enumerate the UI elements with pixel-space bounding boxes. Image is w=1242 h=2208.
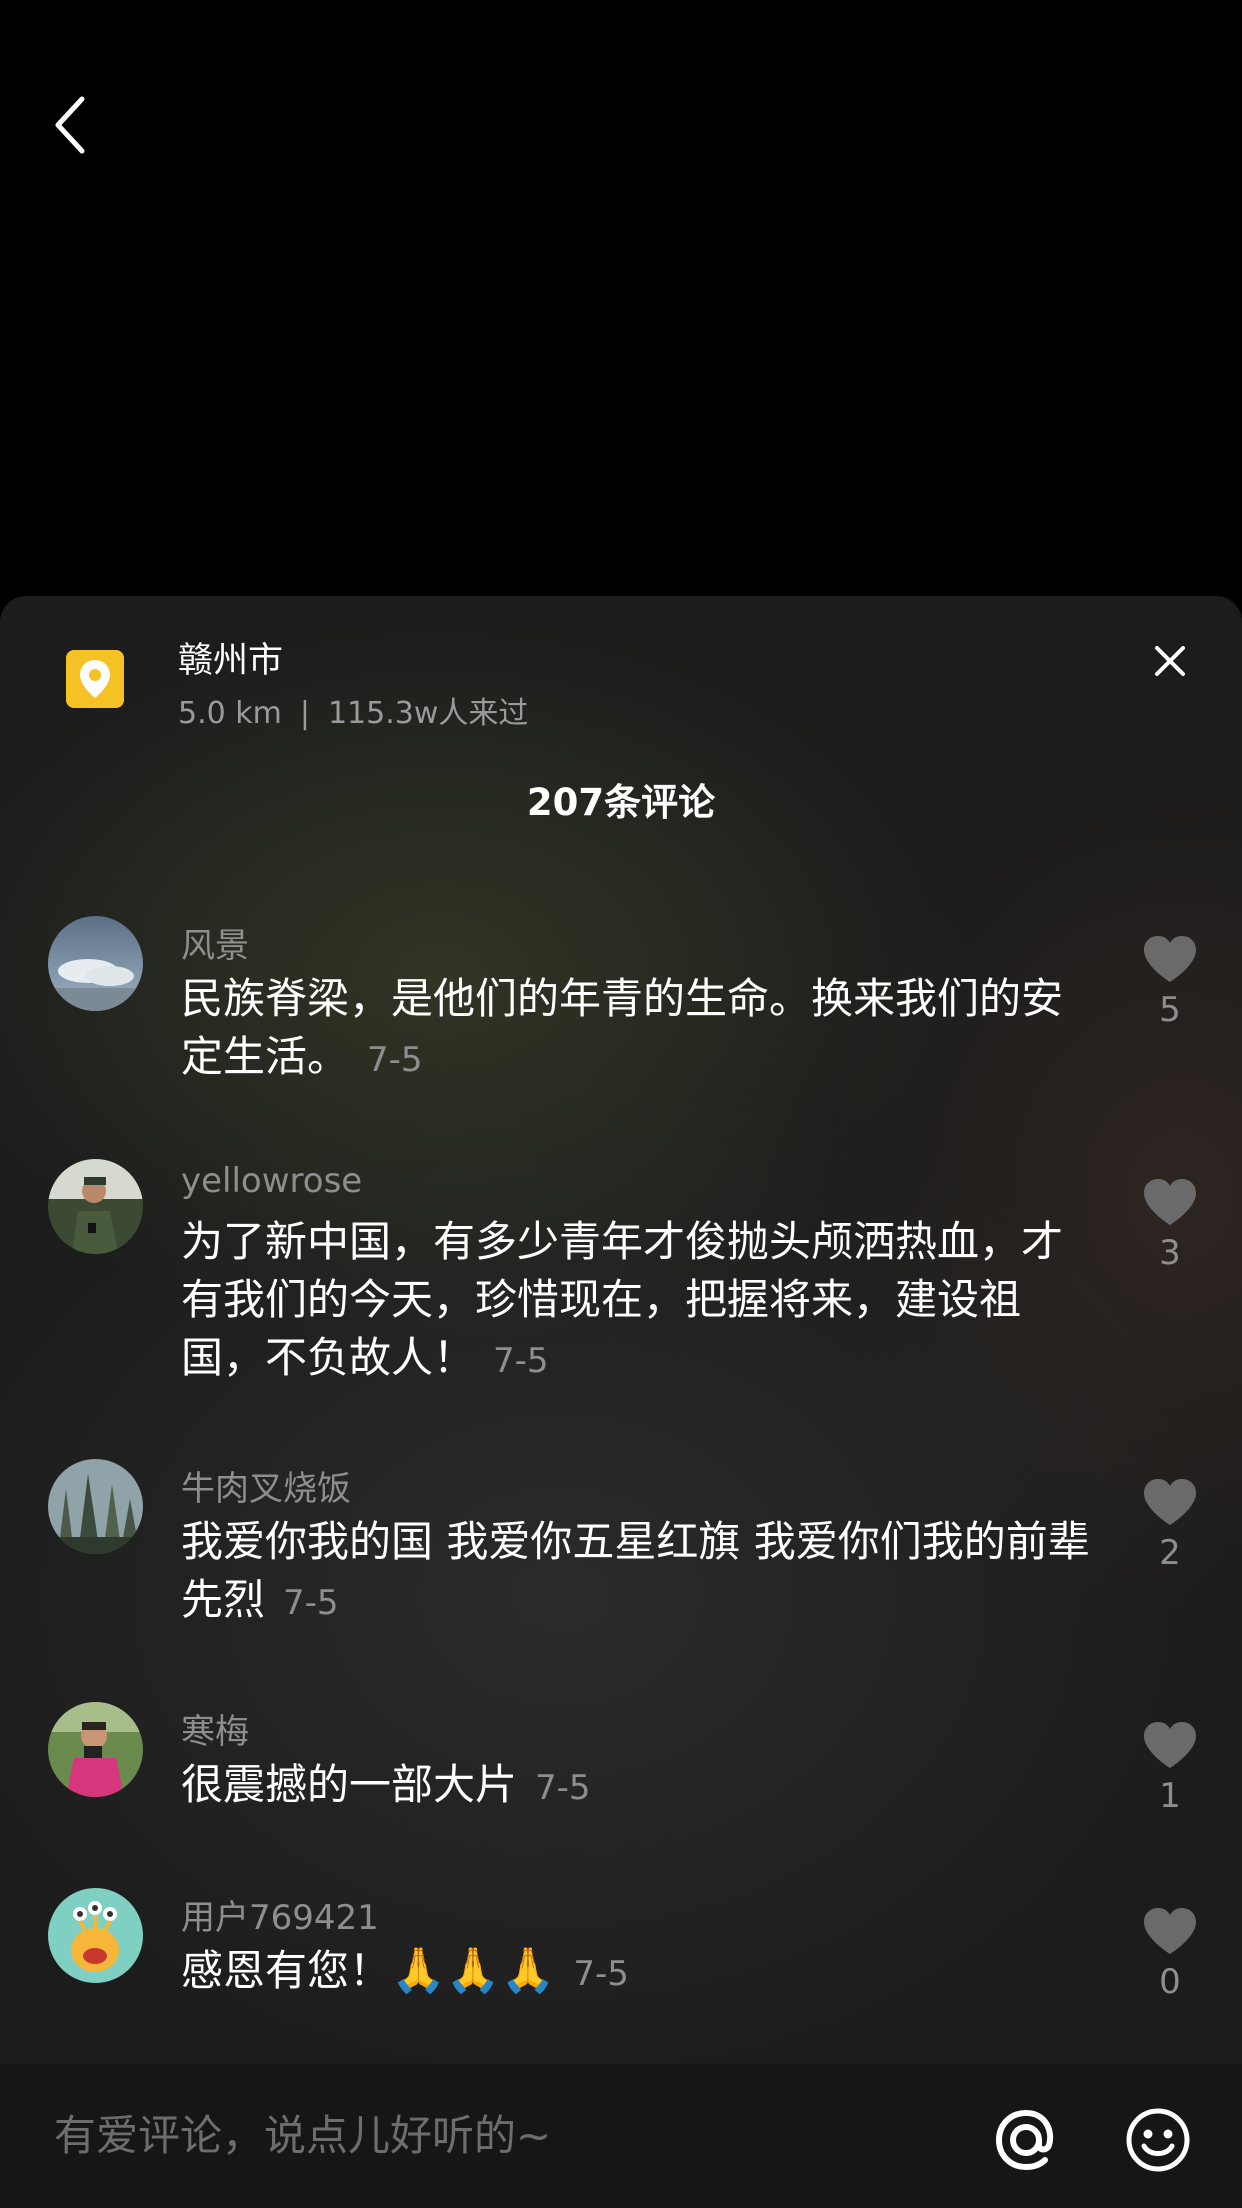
comment-input[interactable]: 有爱评论，说点儿好听的~ xyxy=(54,2108,954,2164)
comment-username[interactable]: yellowrose xyxy=(181,1161,362,1201)
like-count: 0 xyxy=(1159,1962,1181,2002)
comment-text: 很震撼的一部大片 7-5 xyxy=(181,1756,1091,1817)
close-button[interactable] xyxy=(1145,636,1195,686)
at-sign-icon xyxy=(995,2109,1054,2171)
comment-date: 7-5 xyxy=(367,1040,423,1080)
comment-body: 为了新中国，有多少青年才俊抛头颅洒热血，才有我们的今天，珍惜现在，把握将来，建设… xyxy=(181,1217,1064,1382)
pray-emoji: 🙏🙏🙏 xyxy=(391,1945,556,1996)
comment-text: 我爱你我的国 我爱你五星红旗 我爱你们我的前辈先烈 7-5 xyxy=(181,1513,1091,1632)
location-meta: 5.0 km | 115.3w人来过 xyxy=(178,688,528,732)
comment-body: 感恩有您！ xyxy=(181,1946,392,1995)
heart-icon xyxy=(1144,1908,1196,1954)
heart-icon xyxy=(1144,1722,1196,1768)
location-separator: | xyxy=(299,696,310,731)
avatar[interactable] xyxy=(48,1159,143,1254)
comment-text: 感恩有您！🙏🙏🙏 7-5 xyxy=(181,1942,1091,2003)
comment-username[interactable]: 风景 xyxy=(181,918,249,967)
location-pin-icon[interactable] xyxy=(66,650,124,708)
chevron-left-icon xyxy=(55,96,85,154)
comment-body: 民族脊梁，是他们的年青的生命。换来我们的安定生活。 xyxy=(181,974,1064,1081)
heart-icon xyxy=(1144,936,1196,982)
like-count: 1 xyxy=(1159,1776,1181,1816)
comment-date: 7-5 xyxy=(493,1341,549,1381)
emoji-button[interactable] xyxy=(1122,2104,1194,2176)
comment-count: 207条评论 xyxy=(526,781,716,824)
smiley-icon xyxy=(1126,2108,1190,2172)
like-count: 2 xyxy=(1159,1533,1181,1573)
avatar[interactable] xyxy=(48,1702,143,1797)
like-button[interactable]: 3 xyxy=(1139,1177,1201,1273)
comment-date: 7-5 xyxy=(573,1954,629,1994)
like-count: 3 xyxy=(1159,1233,1181,1273)
comment-body: 很震撼的一部大片 xyxy=(181,1760,518,1809)
location-distance: 5.0 km xyxy=(178,696,282,731)
heart-icon xyxy=(1144,1179,1196,1225)
comment-date: 7-5 xyxy=(283,1583,339,1623)
like-count: 5 xyxy=(1159,990,1181,1030)
comment-username[interactable]: 用户769421 xyxy=(181,1890,379,1939)
like-button[interactable]: 2 xyxy=(1139,1477,1201,1573)
close-icon xyxy=(1155,646,1185,676)
comment-username[interactable]: 寒梅 xyxy=(181,1704,249,1753)
comment-username[interactable]: 牛肉叉烧饭 xyxy=(181,1461,351,1510)
like-button[interactable]: 0 xyxy=(1139,1906,1201,2002)
comment-text: 民族脊梁，是他们的年青的生命。换来我们的安定生活。 7-5 xyxy=(181,970,1091,1089)
comment-sheet: 赣州市 5.0 km | 115.3w人来过 207条评论 风景 民族脊梁，是他们的… xyxy=(0,596,1242,2208)
avatar[interactable] xyxy=(48,916,143,1011)
heart-icon xyxy=(1144,1479,1196,1525)
comment-text: 为了新中国，有多少青年才俊抛头颅洒热血，才有我们的今天，珍惜现在，把握将来，建设… xyxy=(181,1213,1091,1390)
mention-button[interactable] xyxy=(990,2104,1062,2176)
avatar[interactable] xyxy=(48,1459,143,1554)
back-button[interactable] xyxy=(40,90,100,160)
like-button[interactable]: 5 xyxy=(1139,934,1201,1030)
comment-input-bar: 有爱评论，说点儿好听的~ xyxy=(0,2064,1242,2208)
location-visitors: 115.3w人来过 xyxy=(327,696,529,731)
location-name[interactable]: 赣州市 xyxy=(178,632,283,683)
like-button[interactable]: 1 xyxy=(1139,1720,1201,1816)
comment-date: 7-5 xyxy=(535,1768,591,1808)
avatar[interactable] xyxy=(48,1888,143,1983)
